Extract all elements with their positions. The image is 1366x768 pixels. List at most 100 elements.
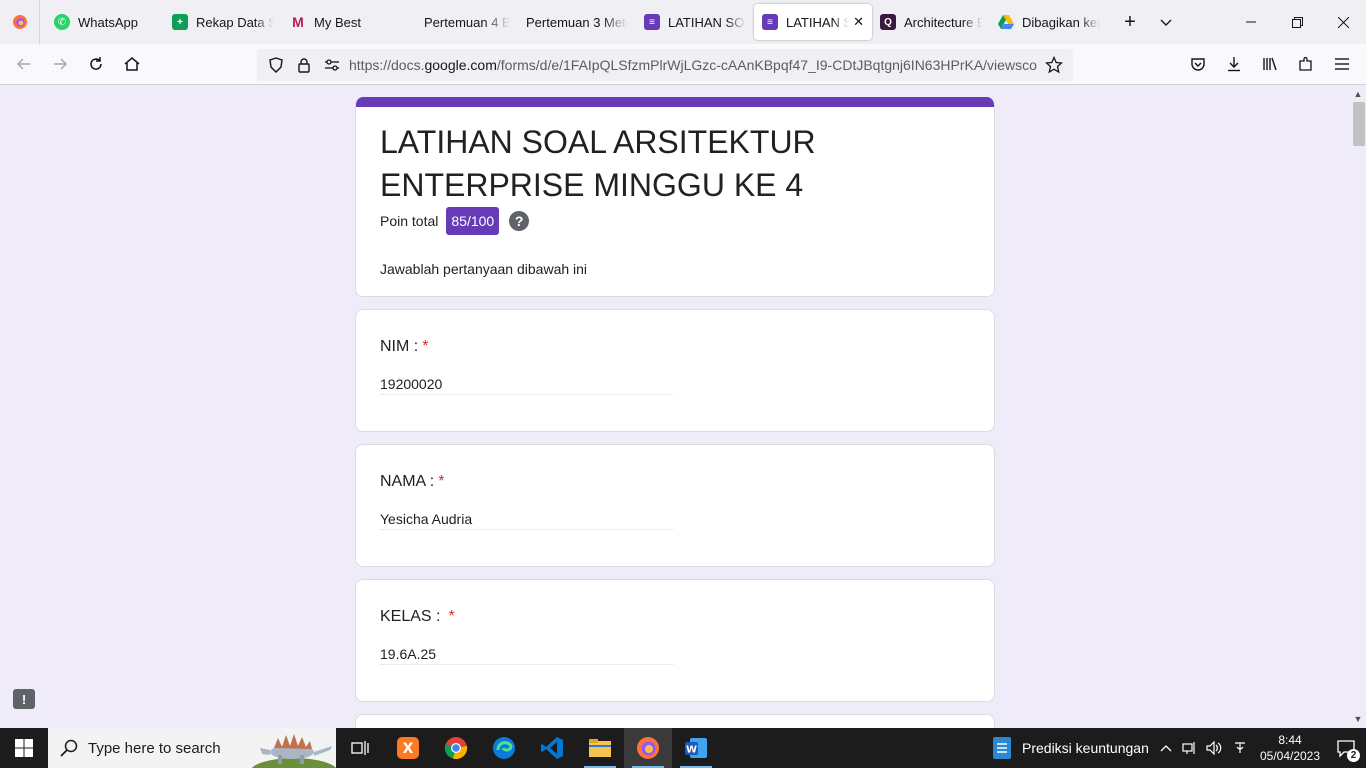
- question-title: NIM : *: [380, 338, 428, 356]
- home-button[interactable]: [114, 48, 150, 80]
- scroll-up-icon[interactable]: ▲: [1350, 87, 1366, 101]
- page-scrollbar[interactable]: ▲ ▼: [1350, 85, 1366, 728]
- extensions-button[interactable]: [1288, 48, 1324, 80]
- puzzle-icon: [1299, 56, 1312, 71]
- tab-label: Pertemuan 3 Meto: [526, 14, 628, 30]
- task-view-button[interactable]: [336, 728, 384, 768]
- form-description: Jawablah pertanyaan dibawah ini: [380, 261, 588, 277]
- toolbar-right: [1180, 48, 1360, 80]
- download-icon: [1228, 57, 1240, 72]
- close-tab-icon[interactable]: ✕: [853, 14, 864, 30]
- question-title: NAMA : *: [380, 473, 444, 491]
- scroll-down-icon[interactable]: ▼: [1350, 712, 1366, 726]
- report-feedback-button[interactable]: !: [13, 689, 35, 709]
- url-text[interactable]: https://docs.google.com/forms/d/e/1FAIpQ…: [349, 57, 1037, 73]
- taskbar-word[interactable]: W: [672, 728, 720, 768]
- question-label: NIM :: [380, 338, 419, 355]
- system-clock[interactable]: 8:44 05/04/2023: [1254, 732, 1326, 764]
- page-content: LATIHAN SOAL ARSITEKTUR ENTERPRISE MINGG…: [0, 85, 1350, 728]
- start-button[interactable]: [0, 728, 48, 768]
- tab-pertemuan-3[interactable]: Pertemuan 3 Meto: [518, 4, 636, 40]
- forward-button[interactable]: [42, 48, 78, 80]
- tab-label: Pertemuan 4 Baha: [424, 14, 510, 30]
- stegosaurus-illustration-icon: [252, 734, 336, 768]
- downloads-button[interactable]: [1216, 48, 1252, 80]
- tab-pertemuan-4[interactable]: Pertemuan 4 Baha: [400, 4, 518, 40]
- firefox-view-button[interactable]: [0, 0, 40, 44]
- required-asterisk: *: [438, 473, 445, 490]
- clock-time: 8:44: [1278, 733, 1302, 747]
- tab-latihan-soal-active[interactable]: ≡ LATIHAN SO ✕: [754, 4, 872, 40]
- tab-architecture[interactable]: Q Architecture E: [872, 4, 990, 40]
- form-title: LATIHAN SOAL ARSITEKTUR ENTERPRISE MINGG…: [380, 124, 816, 203]
- xampp-icon: X: [397, 737, 419, 759]
- url-prefix: https://docs.: [349, 57, 425, 73]
- score-label: Poin total: [380, 213, 439, 229]
- quizlet-icon: Q: [880, 14, 896, 30]
- sheets-icon: +: [172, 14, 188, 30]
- question-label: NAMA :: [380, 473, 435, 490]
- help-icon[interactable]: ?: [509, 211, 530, 231]
- permissions-icon[interactable]: [321, 54, 343, 76]
- reload-icon: [90, 57, 102, 70]
- url-host: google.com: [424, 57, 497, 73]
- volume-icon[interactable]: [1202, 728, 1226, 768]
- notification-center-button[interactable]: 2: [1326, 728, 1366, 768]
- close-window-button[interactable]: [1320, 0, 1366, 44]
- firefox-icon: [12, 15, 27, 29]
- windows-logo-icon: [15, 739, 33, 757]
- tab-label: LATIHAN SOA: [668, 14, 746, 30]
- tab-label: Architecture E: [904, 14, 982, 30]
- minimize-button[interactable]: [1228, 0, 1274, 44]
- taskbar-search[interactable]: Type here to search: [48, 728, 336, 768]
- restore-button[interactable]: [1274, 0, 1320, 44]
- taskbar-firefox[interactable]: [624, 728, 672, 768]
- app-menu-button[interactable]: [1324, 48, 1360, 80]
- input-language-icon[interactable]: [1226, 728, 1254, 768]
- tab-label: Dibagikan kep: [1022, 14, 1100, 30]
- score-badge: 85/100: [446, 207, 500, 235]
- new-tab-button[interactable]: +: [1112, 4, 1148, 40]
- tab-rekap-data[interactable]: + Rekap Data SI: [164, 4, 282, 40]
- forms-icon: ≡: [762, 14, 778, 30]
- tab-whatsapp[interactable]: ✆ WhatsApp: [46, 4, 164, 40]
- tab-latihan-soal-1[interactable]: ≡ LATIHAN SOA: [636, 4, 754, 40]
- tab-label: My Best: [314, 14, 361, 30]
- pocket-button[interactable]: [1180, 48, 1216, 80]
- svg-text:X: X: [403, 741, 414, 757]
- network-icon[interactable]: [1178, 728, 1202, 768]
- library-button[interactable]: [1252, 48, 1288, 80]
- tracking-protection-icon[interactable]: [265, 54, 287, 76]
- news-text: Prediksi keuntungan: [1022, 740, 1149, 756]
- taskbar-chrome[interactable]: [432, 728, 480, 768]
- drive-icon: [998, 14, 1014, 30]
- tab-dibagikan[interactable]: Dibagikan kep: [990, 4, 1108, 40]
- back-button[interactable]: [6, 48, 42, 80]
- url-bar[interactable]: https://docs.google.com/forms/d/e/1FAIpQ…: [257, 49, 1073, 81]
- bookmark-star-icon[interactable]: [1043, 54, 1065, 76]
- home-icon: [124, 57, 140, 71]
- list-all-tabs-button[interactable]: [1148, 4, 1184, 40]
- taskbar-xampp[interactable]: X: [384, 728, 432, 768]
- tab-my-best[interactable]: M My Best: [282, 4, 400, 40]
- answer-text: 19.6A.25: [380, 646, 674, 665]
- question-card-next: [355, 714, 995, 728]
- question-card-nama: NAMA : * Yesicha Audria: [355, 444, 995, 567]
- required-asterisk: *: [422, 338, 429, 355]
- svg-text:W: W: [686, 745, 697, 756]
- forms-icon: ≡: [644, 14, 660, 30]
- news-document-icon: [993, 737, 1011, 759]
- news-widget[interactable]: Prediksi keuntungan: [992, 728, 1149, 768]
- scrollbar-thumb[interactable]: [1353, 102, 1365, 146]
- answer-text: 19200020: [380, 376, 674, 395]
- word-icon: W: [685, 738, 707, 758]
- reload-button[interactable]: [78, 48, 114, 80]
- chrome-icon: [444, 737, 468, 759]
- form-header-card: LATIHAN SOAL ARSITEKTUR ENTERPRISE MINGG…: [355, 97, 995, 297]
- lock-icon[interactable]: [293, 54, 315, 76]
- taskbar-edge[interactable]: [480, 728, 528, 768]
- taskbar-file-explorer[interactable]: [576, 728, 624, 768]
- taskbar-vscode[interactable]: [528, 728, 576, 768]
- firefox-icon: [637, 737, 659, 759]
- show-hidden-icons-chevron-up-icon[interactable]: [1154, 728, 1178, 768]
